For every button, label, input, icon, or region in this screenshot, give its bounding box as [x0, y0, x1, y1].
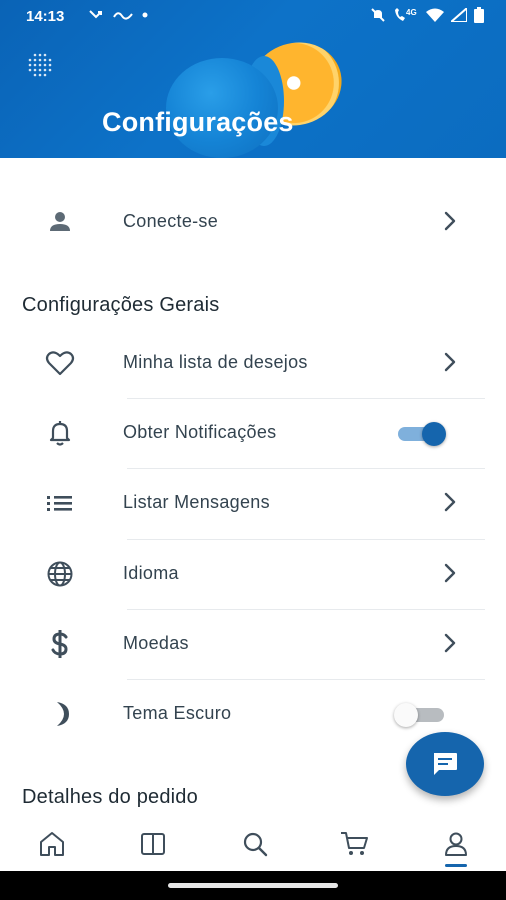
dollar-icon: [44, 630, 76, 658]
chevron-right-icon: [444, 633, 456, 653]
currency-label: Moedas: [123, 633, 189, 653]
battery-icon: [474, 7, 484, 23]
person-icon: [44, 208, 76, 236]
bottom-navigation: [0, 815, 506, 871]
status-right-icons: 4G: [370, 7, 484, 23]
search-icon: [243, 832, 268, 857]
chevron-right-icon: [444, 563, 456, 583]
currency-row[interactable]: Moedas: [0, 609, 506, 679]
wifi-icon: [426, 8, 444, 22]
status-left-icons: [88, 7, 148, 23]
order-details-title: Detalhes do pedido: [22, 786, 198, 808]
status-time: 14:13: [26, 8, 65, 25]
messages-row[interactable]: Listar Mensagens: [0, 468, 506, 538]
header-banner: 14:13 4G Configurações: [0, 0, 506, 158]
dark-theme-label: Tema Escuro: [123, 703, 232, 723]
wishlist-label: Minha lista de desejos: [123, 352, 308, 372]
cart-icon: [341, 832, 368, 855]
profile-icon: [445, 832, 467, 856]
notifications-label: Obter Notificações: [123, 422, 277, 442]
chevron-right-icon: [444, 352, 456, 372]
home-gesture-handle[interactable]: [168, 883, 338, 888]
nav-catalog[interactable]: [138, 829, 168, 859]
login-label: Conecte-se: [123, 211, 219, 231]
toggle-thumb: [394, 703, 418, 727]
system-gesture-bar: [0, 871, 506, 900]
dark-theme-toggle[interactable]: [394, 703, 450, 727]
nav-active-indicator: [445, 864, 467, 867]
nav-profile[interactable]: [441, 829, 471, 859]
chat-icon: [434, 753, 457, 775]
dot-icon: [142, 12, 148, 18]
mute-icon: [371, 8, 385, 22]
book-icon: [141, 833, 165, 855]
language-label: Idioma: [123, 563, 179, 583]
network-label: 4G: [406, 8, 417, 17]
messages-label: Listar Mensagens: [123, 492, 270, 512]
home-icon: [40, 832, 64, 856]
dots-grid-icon: [28, 53, 52, 77]
missed-call-icon: [89, 10, 102, 19]
moon-icon: [44, 700, 76, 728]
nav-search[interactable]: [240, 829, 270, 859]
heart-icon: [44, 349, 76, 377]
nav-home[interactable]: [37, 829, 67, 859]
status-bar: 14:13 4G: [0, 0, 506, 32]
carrier-icon: [113, 12, 133, 20]
globe-icon: [44, 560, 76, 588]
wifi-calling-icon: 4G: [395, 8, 417, 21]
chevron-right-icon: [444, 492, 456, 512]
bell-icon: [44, 419, 76, 447]
toggle-thumb: [422, 422, 446, 446]
page-title: Configurações: [102, 107, 294, 137]
chevron-right-icon: [444, 211, 456, 231]
wishlist-row[interactable]: Minha lista de desejos: [0, 328, 506, 398]
general-settings-title: Configurações Gerais: [22, 294, 220, 316]
notifications-toggle[interactable]: [398, 422, 450, 446]
list-icon: [44, 489, 76, 517]
language-row[interactable]: Idioma: [0, 539, 506, 609]
notifications-row: Obter Notificações: [0, 398, 506, 468]
login-row[interactable]: Conecte-se: [0, 187, 506, 257]
nav-cart[interactable]: [340, 829, 370, 859]
signal-icon: [451, 8, 467, 22]
chat-fab-button[interactable]: [406, 732, 484, 796]
